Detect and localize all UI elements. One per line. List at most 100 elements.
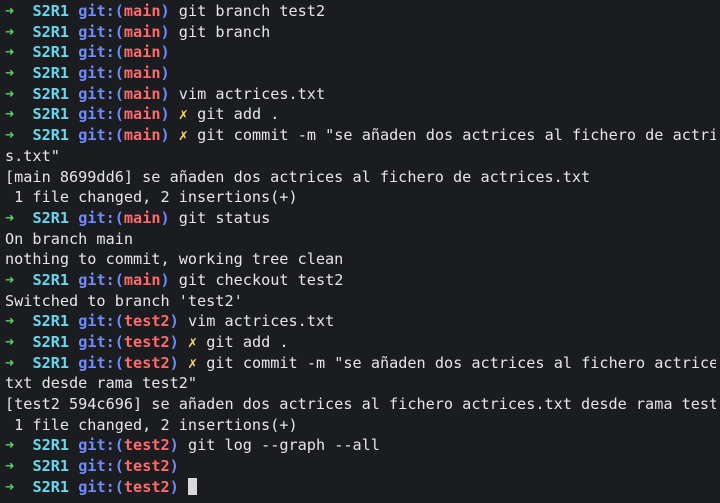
command-text: git branch — [178, 22, 271, 41]
prompt-directory: S2R1 — [32, 436, 70, 455]
prompt-git-prefix: git:( — [78, 2, 124, 20]
prompt-directory: S2R1 — [32, 126, 70, 145]
prompt-git-prefix: git:( — [78, 333, 124, 351]
prompt-git-suffix: ) — [160, 208, 170, 227]
prompt-directory: S2R1 — [32, 64, 70, 83]
prompt-line: ➜ S2R1 git:(main) — [5, 42, 716, 63]
prompt-git-suffix: ) — [169, 312, 179, 331]
prompt-line: ➜ S2R1 git:(test2) ✗ git commit -m "se a… — [5, 353, 716, 374]
prompt-branch: main — [123, 2, 161, 20]
command-text: git checkout test2 — [178, 270, 344, 289]
prompt-git-prefix: git:( — [78, 84, 124, 103]
prompt-branch: main — [123, 64, 161, 83]
command-text: vim actrices.txt — [187, 312, 335, 331]
prompt-line: ➜ S2R1 git:(test2) ✗ git add . — [5, 332, 716, 353]
prompt-git-prefix: git:( — [78, 22, 124, 41]
prompt-line: ➜ S2R1 git:(main) git branch — [5, 22, 716, 43]
prompt-git-suffix: ) — [160, 43, 170, 62]
output-line: nothing to commit, working tree clean — [5, 249, 716, 270]
output-text: On branch main — [5, 229, 134, 248]
prompt-branch: main — [123, 270, 161, 289]
output-text: txt desde rama test2" — [5, 374, 198, 393]
prompt-git-prefix: git:( — [78, 43, 124, 62]
terminal-window[interactable]: ➜ S2R1 git:(main) git branch test2 ➜ S2R1… — [0, 0, 720, 503]
output-text: [test2 594c696] se añaden dos actrices a… — [5, 395, 716, 414]
prompt-directory: S2R1 — [32, 270, 70, 289]
output-text: Switched to branch 'test2' — [5, 291, 243, 310]
prompt-git-prefix: git:( — [78, 64, 124, 83]
prompt-git-prefix: git:( — [78, 436, 124, 455]
prompt-directory: S2R1 — [32, 84, 70, 103]
prompt-git-suffix: ) — [169, 436, 179, 455]
prompt-line: ➜ S2R1 git:(main) vim actrices.txt — [5, 84, 716, 105]
prompt-arrow-icon: ➜ — [5, 105, 15, 124]
prompt-git-suffix: ) — [160, 105, 170, 124]
dirty-mark-icon: ✗ — [178, 126, 188, 145]
prompt-git-prefix: git:( — [78, 353, 124, 372]
text-cursor[interactable] — [187, 477, 197, 495]
prompt-directory: S2R1 — [32, 333, 70, 351]
prompt-arrow-icon: ➜ — [5, 84, 15, 103]
dirty-mark-icon: ✗ — [178, 105, 188, 124]
prompt-git-suffix: ) — [160, 84, 170, 103]
prompt-git-prefix: git:( — [78, 105, 124, 124]
command-text: git add . — [197, 105, 280, 124]
prompt-line: ➜ S2R1 git:(main) ✗ git add . — [5, 104, 716, 125]
output-line: [test2 594c696] se añaden dos actrices a… — [5, 394, 716, 415]
prompt-git-suffix: ) — [160, 2, 170, 20]
output-line: On branch main — [5, 229, 716, 250]
prompt-directory: S2R1 — [32, 312, 70, 331]
prompt-directory: S2R1 — [32, 105, 70, 124]
prompt-branch: main — [123, 208, 161, 227]
prompt-line: ➜ S2R1 git:(main) ✗ git commit -m "se añ… — [5, 125, 716, 146]
prompt-line: ➜ S2R1 git:(test2) git log --graph --all — [5, 435, 716, 456]
prompt-arrow-icon: ➜ — [5, 22, 15, 41]
prompt-line: ➜ S2R1 git:(test2) — [5, 456, 716, 477]
prompt-arrow-icon: ➜ — [5, 333, 15, 351]
prompt-line: ➜ S2R1 git:(test2) vim actrices.txt — [5, 311, 716, 332]
prompt-arrow-icon: ➜ — [5, 126, 15, 145]
prompt-branch: test2 — [123, 312, 170, 331]
command-text: vim actrices.txt — [178, 84, 326, 103]
output-text: s.txt" — [5, 146, 60, 165]
command-text: git commit -m "se añaden dos actrices al… — [197, 126, 716, 145]
prompt-branch: main — [123, 43, 161, 62]
command-text: git commit -m "se añaden dos actrices al… — [206, 353, 716, 372]
dirty-mark-icon: ✗ — [187, 333, 198, 351]
prompt-arrow-icon: ➜ — [5, 477, 15, 496]
prompt-directory: S2R1 — [32, 43, 70, 62]
output-line: s.txt" — [5, 146, 716, 167]
output-text: 1 file changed, 2 insertions(+) — [5, 188, 298, 207]
prompt-git-prefix: git:( — [78, 457, 124, 476]
prompt-git-suffix: ) — [169, 477, 179, 496]
prompt-arrow-icon: ➜ — [5, 312, 15, 331]
prompt-line: ➜ S2R1 git:(main) git branch test2 — [5, 1, 716, 22]
command-text: git branch test2 — [178, 2, 326, 20]
prompt-git-suffix: ) — [169, 457, 179, 476]
prompt-arrow-icon: ➜ — [5, 457, 15, 476]
prompt-branch: test2 — [123, 353, 170, 372]
prompt-branch: main — [123, 126, 161, 145]
prompt-git-prefix: git:( — [78, 126, 124, 145]
command-text: git status — [178, 208, 271, 227]
prompt-line: ➜ S2R1 git:(main) git checkout test2 — [5, 270, 716, 291]
output-line: txt desde rama test2" — [5, 373, 716, 394]
prompt-git-suffix: ) — [160, 64, 170, 83]
prompt-git-suffix: ) — [160, 270, 170, 289]
prompt-arrow-icon: ➜ — [5, 208, 15, 227]
prompt-branch: test2 — [123, 333, 170, 351]
command-text: git log --graph --all — [187, 436, 380, 455]
prompt-arrow-icon: ➜ — [5, 43, 15, 62]
prompt-line: ➜ S2R1 git:(main) git status — [5, 208, 716, 229]
output-line: 1 file changed, 2 insertions(+) — [5, 187, 716, 208]
prompt-branch: test2 — [123, 436, 170, 455]
output-line: 1 file changed, 2 insertions(+) — [5, 415, 716, 436]
prompt-git-prefix: git:( — [78, 477, 124, 496]
prompt-directory: S2R1 — [32, 22, 70, 41]
prompt-git-suffix: ) — [169, 353, 179, 372]
prompt-arrow-icon: ➜ — [5, 2, 15, 20]
prompt-arrow-icon: ➜ — [5, 436, 15, 455]
output-text: 1 file changed, 2 insertions(+) — [5, 415, 298, 434]
prompt-directory: S2R1 — [32, 2, 70, 20]
prompt-directory: S2R1 — [32, 208, 70, 227]
